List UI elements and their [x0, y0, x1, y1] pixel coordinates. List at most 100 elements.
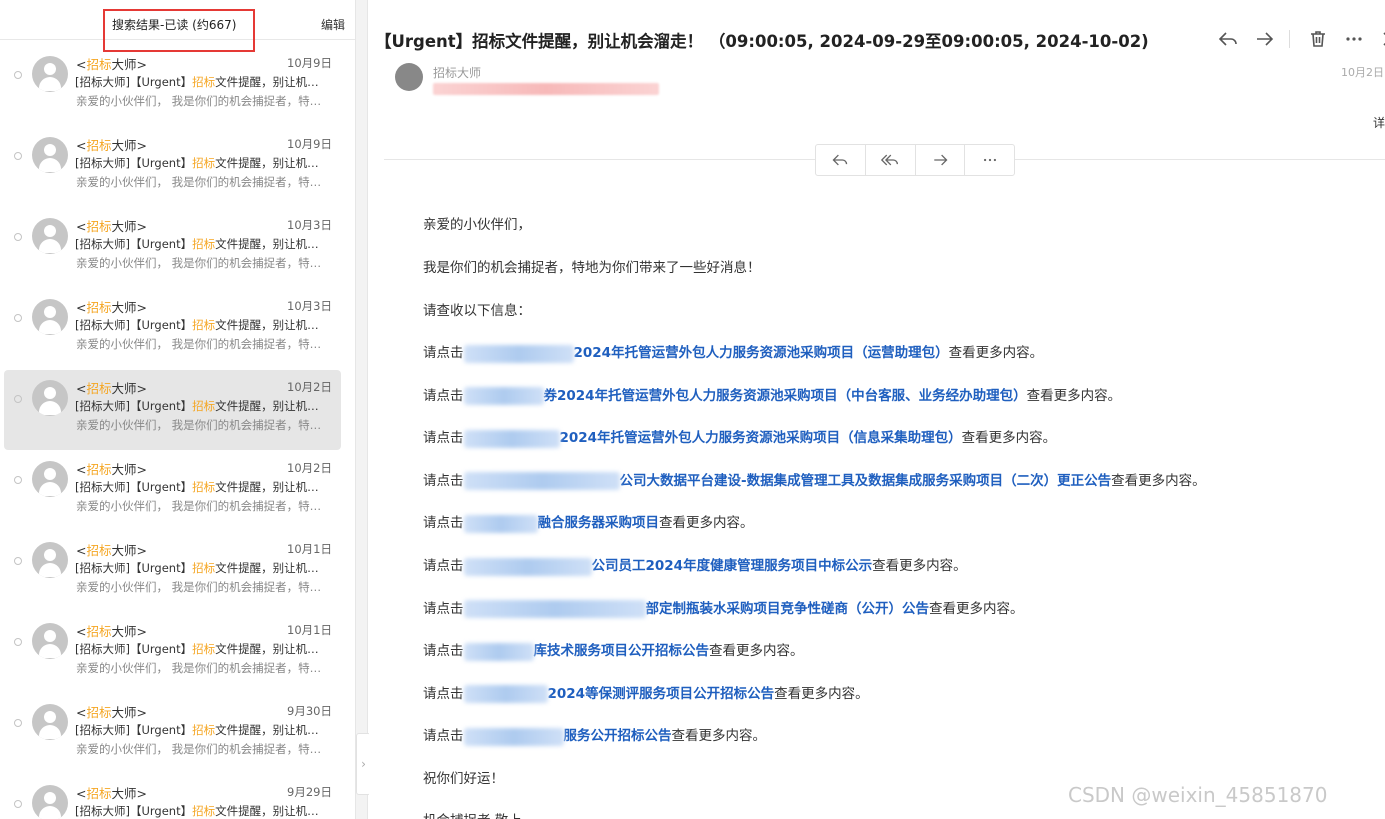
- mail-date: 10月1日: [287, 542, 332, 556]
- mail-subject-line: [招标大师]【Urgent】招标文件提醒，别让机会溜走！: [75, 641, 327, 657]
- mail-preview: 亲爱的小伙伴们， 我是你们的机会捕捉者，特地为你们带来了一些好消息！: [76, 256, 331, 270]
- sender-prefix: <: [76, 705, 87, 720]
- mail-list-item[interactable]: <招标大师>9月29日[招标大师]【Urgent】招标文件提醒，别让机会溜走！亲…: [4, 775, 341, 819]
- click-prompt: 请点击: [423, 600, 464, 617]
- click-prompt: 请点击: [423, 472, 464, 489]
- sender-name: <招标大师>: [76, 378, 147, 397]
- message-action-group: [815, 144, 1015, 176]
- reply-icon[interactable]: [1217, 28, 1239, 50]
- redacted-text: [463, 387, 544, 406]
- more-content-text: 查看更多内容。: [948, 345, 1044, 361]
- read-status-dot[interactable]: [14, 557, 22, 565]
- click-prompt: 请点击: [423, 558, 464, 574]
- sender-suffix: 大师>: [111, 381, 147, 396]
- more-content-text: 查看更多内容。: [872, 558, 967, 574]
- mail-list-item[interactable]: <招标大师>10月1日[招标大师]【Urgent】招标文件提醒，别让机会溜走！亲…: [4, 613, 341, 693]
- sender-prefix: <: [76, 138, 87, 153]
- link-line: 请点击 2024等保测评服务项目公开招标公告查看更多内容。: [423, 682, 869, 704]
- more-icon: [983, 158, 996, 162]
- click-prompt: 请点击: [423, 430, 464, 447]
- mail-preview: 亲爱的小伙伴们， 我是你们的机会捕捉者，特地为你们带来了一些好消息！: [76, 337, 331, 351]
- trash-icon[interactable]: [1307, 28, 1329, 50]
- subject-prefix: [招标大师]【Urgent】: [75, 804, 193, 818]
- more-icon[interactable]: [1343, 28, 1365, 50]
- mail-list-item[interactable]: <招标大师>10月3日[招标大师]【Urgent】招标文件提醒，别让机会溜走！亲…: [4, 208, 341, 288]
- tender-link[interactable]: 券2024年托管运营外包人力服务资源池采购项目（中台客服、业务经办助理包）: [544, 388, 1027, 404]
- subject-prefix: [招标大师]【Urgent】: [75, 723, 193, 737]
- read-status-dot[interactable]: [14, 314, 22, 322]
- sender-suffix: 大师>: [111, 138, 147, 153]
- mail-preview: 亲爱的小伙伴们， 我是你们的机会捕捉者，特地为你们带来了一些好消息！: [76, 94, 331, 108]
- tender-link[interactable]: 服务公开招标公告: [564, 728, 672, 744]
- subject-highlight: 招标: [192, 723, 216, 737]
- tender-link[interactable]: 2024年托管运营外包人力服务资源池采购项目（运营助理包）: [574, 345, 949, 361]
- subject-suffix: 文件提醒，别让机会溜走！: [215, 723, 327, 737]
- forward-icon[interactable]: [1253, 28, 1275, 50]
- mail-list-item[interactable]: <招标大师>10月3日[招标大师]【Urgent】招标文件提醒，别让机会溜走！亲…: [4, 289, 341, 369]
- read-status-dot[interactable]: [14, 800, 22, 808]
- mail-list-item[interactable]: <招标大师>10月9日[招标大师]【Urgent】招标文件提醒，别让机会溜走！亲…: [4, 127, 341, 207]
- reply-all-button[interactable]: [866, 145, 916, 175]
- subject-prefix: [招标大师]【Urgent】: [75, 75, 193, 89]
- mail-list-item[interactable]: <招标大师>10月9日[招标大师]【Urgent】招标文件提醒，别让机会溜走！亲…: [4, 46, 341, 126]
- signature: 机会捕捉者 敬上: [423, 809, 522, 819]
- edit-button[interactable]: 编辑: [321, 16, 345, 33]
- subject-highlight: 招标: [192, 156, 216, 170]
- subject-suffix: 文件提醒，别让机会溜走！: [215, 75, 327, 89]
- mail-list-item[interactable]: <招标大师>10月2日[招标大师]【Urgent】招标文件提醒，别让机会溜走！亲…: [4, 370, 341, 450]
- tender-link[interactable]: 部定制瓶装水采购项目竞争性磋商（公开）公告: [646, 601, 930, 617]
- tender-link[interactable]: 2024等保测评服务项目公开招标公告: [548, 686, 775, 702]
- sender-suffix: 大师>: [111, 786, 147, 801]
- sender-suffix: 大师>: [111, 543, 147, 558]
- sender-suffix: 大师>: [111, 57, 147, 72]
- tender-link[interactable]: 库技术服务项目公开招标公告: [534, 643, 710, 659]
- mail-preview: 亲爱的小伙伴们， 我是你们的机会捕捉者，特地为你们带来了一些好消息！: [76, 661, 331, 675]
- details-link[interactable]: 详: [1373, 114, 1385, 131]
- sender-address-redacted: [433, 83, 659, 95]
- read-status-dot[interactable]: [14, 233, 22, 241]
- reply-icon: [832, 154, 848, 166]
- sender-name: <招标大师>: [76, 621, 147, 640]
- watermark: CSDN @weixin_45851870: [1068, 783, 1328, 807]
- subject-highlight: 招标: [192, 237, 216, 251]
- link-line: 请点击 公司大数据平台建设-数据集成管理工具及数据集成服务采购项目（二次）更正公告…: [423, 469, 1206, 491]
- redacted-text: [463, 472, 620, 491]
- pane-divider[interactable]: [355, 0, 368, 819]
- check-line: 请查收以下信息：: [423, 303, 531, 319]
- click-prompt: 请点击: [423, 728, 464, 745]
- sender-name: <招标大师>: [76, 216, 147, 235]
- tender-link[interactable]: 公司员工2024年度健康管理服务项目中标公示: [592, 558, 873, 574]
- sender-prefix: <: [76, 543, 87, 558]
- avatar-icon: [32, 461, 68, 497]
- subject-suffix: 文件提醒，别让机会溜走！: [215, 642, 327, 656]
- mail-list-item[interactable]: <招标大师>10月2日[招标大师]【Urgent】招标文件提醒，别让机会溜走！亲…: [4, 451, 341, 531]
- reply-button[interactable]: [816, 145, 866, 175]
- mail-list-item[interactable]: <招标大师>10月1日[招标大师]【Urgent】招标文件提醒，别让机会溜走！亲…: [4, 532, 341, 612]
- tender-link[interactable]: 融合服务器采购项目: [538, 515, 660, 531]
- tender-link[interactable]: 公司大数据平台建设-数据集成管理工具及数据集成服务采购项目（二次）更正公告: [620, 473, 1112, 489]
- read-status-dot[interactable]: [14, 71, 22, 79]
- mail-list-item[interactable]: <招标大师>9月30日[招标大师]【Urgent】招标文件提醒，别让机会溜走！亲…: [4, 694, 341, 774]
- forward-button[interactable]: [916, 145, 966, 175]
- read-status-dot[interactable]: [14, 476, 22, 484]
- link-line: 请点击 融合服务器采购项目查看更多内容。: [423, 511, 754, 533]
- subject-highlight: 招标: [192, 642, 216, 656]
- read-status-dot[interactable]: [14, 395, 22, 403]
- close-icon[interactable]: [1379, 28, 1385, 50]
- more-content-text: 查看更多内容。: [709, 643, 804, 660]
- reply-all-icon: [881, 154, 899, 166]
- read-status-dot[interactable]: [14, 152, 22, 160]
- link-line: 请点击 公司员工2024年度健康管理服务项目中标公示查看更多内容。: [423, 554, 967, 576]
- avatar-icon: [32, 299, 68, 335]
- mail-subject-line: [招标大师]【Urgent】招标文件提醒，别让机会溜走！: [75, 722, 327, 738]
- sender-prefix: <: [76, 57, 87, 72]
- tender-link[interactable]: 2024年托管运营外包人力服务资源池采购项目（信息采集助理包）: [560, 430, 962, 446]
- subject-prefix: [招标大师]【Urgent】: [75, 399, 193, 413]
- redacted-text: [463, 685, 548, 704]
- sender-name: <招标大师>: [76, 135, 147, 154]
- read-status-dot[interactable]: [14, 638, 22, 646]
- read-status-dot[interactable]: [14, 719, 22, 727]
- forward-icon: [934, 154, 948, 166]
- more-actions-button[interactable]: [965, 145, 1014, 175]
- avatar-icon: [32, 623, 68, 659]
